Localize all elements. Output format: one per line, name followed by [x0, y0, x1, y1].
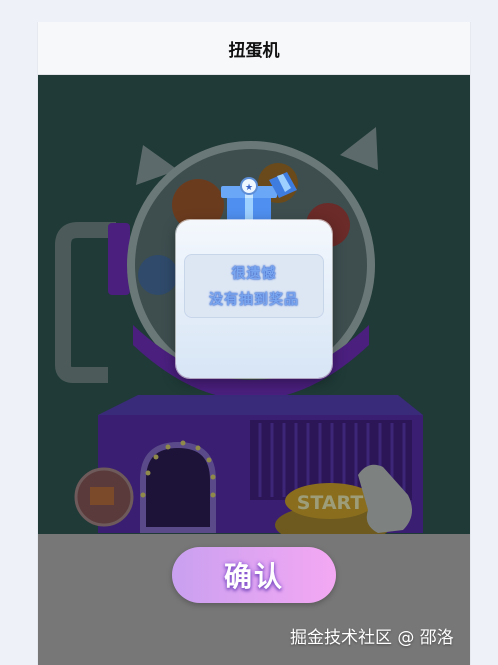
confirm-button[interactable]: 确认 — [172, 547, 336, 603]
page-title: 扭蛋机 — [228, 40, 280, 61]
result-dialog: 很遗憾 没有抽到奖品 — [176, 220, 332, 378]
capsule — [138, 255, 178, 295]
capsule-exit — [140, 441, 216, 533]
body-top — [98, 395, 423, 415]
start-label: START — [297, 492, 364, 514]
navbar: 扭蛋机 — [38, 22, 470, 75]
result-title: 很遗憾 — [231, 266, 277, 282]
result-text: 没有抽到奖品 — [209, 292, 299, 308]
capsule-gift-icon — [90, 487, 114, 505]
watermark: 掘金技术社区 @ 邵洛 — [290, 628, 454, 648]
phone-frame: 扭蛋机 START ★ 很遗憾 没有抽到奖品 确认 — [37, 22, 471, 665]
right-ear — [340, 127, 378, 170]
svg-text:★: ★ — [245, 183, 253, 193]
result-message-box: 很遗憾 没有抽到奖品 — [184, 254, 324, 318]
side-handle-clamp — [108, 223, 130, 295]
